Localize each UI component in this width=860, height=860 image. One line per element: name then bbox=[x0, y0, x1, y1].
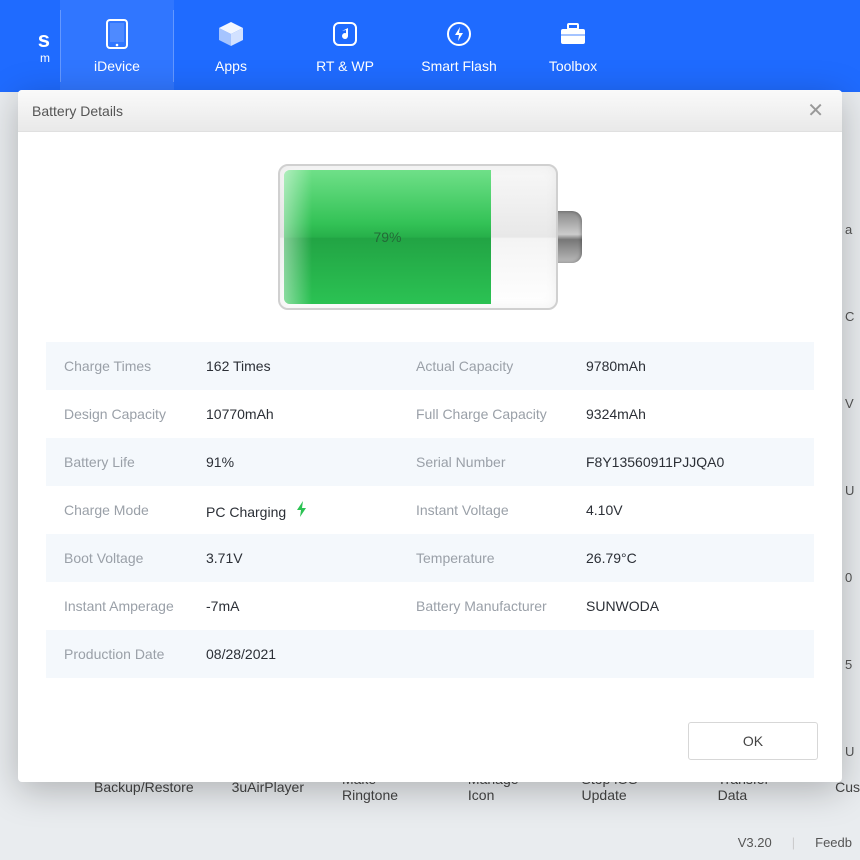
value-instant-voltage: 4.10V bbox=[586, 502, 814, 518]
label-charge-times: Charge Times bbox=[46, 358, 206, 374]
toolbox-icon bbox=[557, 18, 589, 50]
label-full-charge: Full Charge Capacity bbox=[416, 406, 586, 422]
battery-body: 79% bbox=[278, 164, 558, 310]
nav-label: Toolbox bbox=[549, 58, 597, 74]
label-manufacturer: Battery Manufacturer bbox=[416, 598, 586, 614]
bolt-icon bbox=[296, 501, 308, 520]
separator: | bbox=[792, 835, 795, 850]
battery-details-modal: Battery Details ✕ 79% Charge Times 162 T… bbox=[18, 90, 842, 782]
label-battery-life: Battery Life bbox=[46, 454, 206, 470]
details-table: Charge Times 162 Times Actual Capacity 9… bbox=[18, 342, 842, 678]
battery-tip bbox=[556, 211, 582, 263]
label-charge-mode: Charge Mode bbox=[46, 502, 206, 518]
nav-apps[interactable]: Apps bbox=[174, 0, 288, 92]
flash-icon bbox=[443, 18, 475, 50]
value-actual-capacity: 9780mAh bbox=[586, 358, 814, 374]
nav-rtwp[interactable]: RT & WP bbox=[288, 0, 402, 92]
modal-footer: OK bbox=[18, 706, 842, 782]
logo-letter: s bbox=[38, 27, 50, 53]
close-icon[interactable]: ✕ bbox=[803, 98, 828, 123]
nav-label: Apps bbox=[215, 58, 247, 74]
top-nav-bar: s m iDevice Apps RT & WP Smart Flash bbox=[0, 0, 860, 92]
nav-smartflash[interactable]: Smart Flash bbox=[402, 0, 516, 92]
table-row: Battery Life 91% Serial Number F8Y135609… bbox=[46, 438, 814, 486]
value-design-capacity: 10770mAh bbox=[206, 406, 416, 422]
value-boot-voltage: 3.71V bbox=[206, 550, 416, 566]
table-row: Charge Times 162 Times Actual Capacity 9… bbox=[46, 342, 814, 390]
table-row: Design Capacity 10770mAh Full Charge Cap… bbox=[46, 390, 814, 438]
nav-label: Smart Flash bbox=[421, 58, 496, 74]
table-row: Charge Mode PC Charging Instant Voltage … bbox=[46, 486, 814, 534]
value-temperature: 26.79°C bbox=[586, 550, 814, 566]
status-bar: V3.20 | Feedb bbox=[0, 824, 860, 860]
value-charge-mode: PC Charging bbox=[206, 501, 416, 520]
value-serial: F8Y13560911PJJQA0 bbox=[586, 454, 814, 470]
battery-fill: 79% bbox=[284, 170, 491, 304]
battery-percent-label: 79% bbox=[373, 229, 401, 245]
value-production-date: 08/28/2021 bbox=[206, 646, 416, 662]
nav-label: RT & WP bbox=[316, 58, 374, 74]
value-instant-amperage: -7mA bbox=[206, 598, 416, 614]
label-boot-voltage: Boot Voltage bbox=[46, 550, 206, 566]
label-instant-voltage: Instant Voltage bbox=[416, 502, 586, 518]
label-production-date: Production Date bbox=[46, 646, 206, 662]
side-peek: a C V U 0 5 U bbox=[842, 222, 860, 759]
cube-icon bbox=[215, 18, 247, 50]
label-temperature: Temperature bbox=[416, 550, 586, 566]
music-note-icon bbox=[329, 18, 361, 50]
modal-header: Battery Details ✕ bbox=[18, 90, 842, 132]
label-instant-amperage: Instant Amperage bbox=[46, 598, 206, 614]
label-serial: Serial Number bbox=[416, 454, 586, 470]
label-design-capacity: Design Capacity bbox=[46, 406, 206, 422]
value-manufacturer: SUNWODA bbox=[586, 598, 814, 614]
value-full-charge: 9324mAh bbox=[586, 406, 814, 422]
value-charge-times: 162 Times bbox=[206, 358, 416, 374]
table-row: Production Date 08/28/2021 bbox=[46, 630, 814, 678]
nav-idevice[interactable]: iDevice bbox=[60, 0, 174, 92]
logo-sub: m bbox=[40, 51, 50, 65]
app-logo: s m bbox=[0, 0, 50, 92]
feedback-link[interactable]: Feedb bbox=[815, 835, 852, 850]
nav-toolbox[interactable]: Toolbox bbox=[516, 0, 630, 92]
ok-button[interactable]: OK bbox=[688, 722, 818, 760]
table-row: Instant Amperage -7mA Battery Manufactur… bbox=[46, 582, 814, 630]
battery-visual: 79% bbox=[18, 132, 842, 342]
table-row: Boot Voltage 3.71V Temperature 26.79°C bbox=[46, 534, 814, 582]
value-battery-life: 91% bbox=[206, 454, 416, 470]
modal-title: Battery Details bbox=[32, 103, 123, 119]
label-actual-capacity: Actual Capacity bbox=[416, 358, 586, 374]
version-label: V3.20 bbox=[738, 835, 772, 850]
nav-label: iDevice bbox=[94, 58, 140, 74]
phone-icon bbox=[101, 18, 133, 50]
nav: iDevice Apps RT & WP Smart Flash Toolbox bbox=[60, 0, 630, 92]
